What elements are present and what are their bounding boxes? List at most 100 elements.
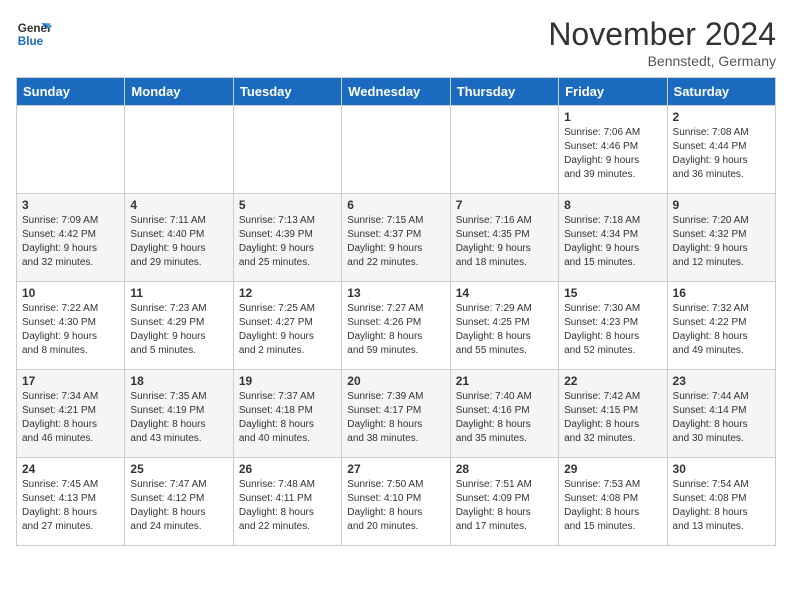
day-info: Sunrise: 7:22 AM Sunset: 4:30 PM Dayligh… — [22, 302, 119, 358]
logo: General Blue — [16, 16, 52, 52]
calendar-cell — [17, 106, 125, 194]
day-info: Sunrise: 7:53 AM Sunset: 4:08 PM Dayligh… — [564, 478, 661, 534]
calendar-cell: 17 Sunrise: 7:34 AM Sunset: 4:21 PM Dayli… — [17, 370, 125, 458]
calendar-cell: 9 Sunrise: 7:20 AM Sunset: 4:32 PM Daylig… — [667, 194, 775, 282]
day-number: 8 — [564, 198, 661, 212]
day-info: Sunrise: 7:39 AM Sunset: 4:17 PM Dayligh… — [347, 390, 444, 446]
column-header-wednesday: Wednesday — [342, 78, 450, 106]
day-number: 13 — [347, 286, 444, 300]
day-info: Sunrise: 7:20 AM Sunset: 4:32 PM Dayligh… — [673, 214, 770, 270]
calendar-cell: 20 Sunrise: 7:39 AM Sunset: 4:17 PM Dayli… — [342, 370, 450, 458]
day-info: Sunrise: 7:25 AM Sunset: 4:27 PM Dayligh… — [239, 302, 336, 358]
column-header-friday: Friday — [559, 78, 667, 106]
day-info: Sunrise: 7:32 AM Sunset: 4:22 PM Dayligh… — [673, 302, 770, 358]
calendar-cell: 25Sunrise: 7:47 AM Sunset: 4:12 PM Dayli… — [125, 458, 233, 546]
calendar-cell: 18 Sunrise: 7:35 AM Sunset: 4:19 PM Dayli… — [125, 370, 233, 458]
calendar-cell: 24Sunrise: 7:45 AM Sunset: 4:13 PM Dayli… — [17, 458, 125, 546]
calendar-week-3: 10 Sunrise: 7:22 AM Sunset: 4:30 PM Dayli… — [17, 282, 776, 370]
day-info: Sunrise: 7:13 AM Sunset: 4:39 PM Dayligh… — [239, 214, 336, 270]
calendar-cell: 27 Sunrise: 7:50 AM Sunset: 4:10 PM Dayli… — [342, 458, 450, 546]
day-info: Sunrise: 7:45 AM Sunset: 4:13 PM Dayligh… — [22, 478, 119, 534]
day-number: 14 — [456, 286, 553, 300]
day-info: Sunrise: 7:27 AM Sunset: 4:26 PM Dayligh… — [347, 302, 444, 358]
logo-icon: General Blue — [16, 16, 52, 52]
day-info: Sunrise: 7:42 AM Sunset: 4:15 PM Dayligh… — [564, 390, 661, 446]
day-info: Sunrise: 7:30 AM Sunset: 4:23 PM Dayligh… — [564, 302, 661, 358]
column-header-saturday: Saturday — [667, 78, 775, 106]
calendar-cell: 8 Sunrise: 7:18 AM Sunset: 4:34 PM Daylig… — [559, 194, 667, 282]
day-number: 25 — [130, 462, 227, 476]
day-info: Sunrise: 7:44 AM Sunset: 4:14 PM Dayligh… — [673, 390, 770, 446]
day-number: 18 — [130, 374, 227, 388]
column-header-monday: Monday — [125, 78, 233, 106]
day-number: 5 — [239, 198, 336, 212]
calendar-cell: 4 Sunrise: 7:11 AM Sunset: 4:40 PM Daylig… — [125, 194, 233, 282]
column-header-sunday: Sunday — [17, 78, 125, 106]
day-info: Sunrise: 7:16 AM Sunset: 4:35 PM Dayligh… — [456, 214, 553, 270]
calendar-cell: 28 Sunrise: 7:51 AM Sunset: 4:09 PM Dayli… — [450, 458, 558, 546]
day-info: Sunrise: 7:51 AM Sunset: 4:09 PM Dayligh… — [456, 478, 553, 534]
calendar-cell: 30Sunrise: 7:54 AM Sunset: 4:08 PM Dayli… — [667, 458, 775, 546]
calendar-cell: 11 Sunrise: 7:23 AM Sunset: 4:29 PM Dayli… — [125, 282, 233, 370]
day-number: 23 — [673, 374, 770, 388]
calendar-week-5: 24Sunrise: 7:45 AM Sunset: 4:13 PM Dayli… — [17, 458, 776, 546]
calendar-cell: 26 Sunrise: 7:48 AM Sunset: 4:11 PM Dayli… — [233, 458, 341, 546]
column-header-tuesday: Tuesday — [233, 78, 341, 106]
day-number: 9 — [673, 198, 770, 212]
calendar-cell: 16Sunrise: 7:32 AM Sunset: 4:22 PM Dayli… — [667, 282, 775, 370]
day-info: Sunrise: 7:06 AM Sunset: 4:46 PM Dayligh… — [564, 126, 661, 182]
day-info: Sunrise: 7:35 AM Sunset: 4:19 PM Dayligh… — [130, 390, 227, 446]
day-number: 10 — [22, 286, 119, 300]
calendar-table: SundayMondayTuesdayWednesdayThursdayFrid… — [16, 77, 776, 546]
calendar-cell — [125, 106, 233, 194]
day-number: 4 — [130, 198, 227, 212]
column-header-thursday: Thursday — [450, 78, 558, 106]
day-number: 22 — [564, 374, 661, 388]
calendar-cell: 7 Sunrise: 7:16 AM Sunset: 4:35 PM Daylig… — [450, 194, 558, 282]
day-number: 26 — [239, 462, 336, 476]
day-info: Sunrise: 7:29 AM Sunset: 4:25 PM Dayligh… — [456, 302, 553, 358]
day-number: 21 — [456, 374, 553, 388]
day-number: 20 — [347, 374, 444, 388]
calendar-cell: 22 Sunrise: 7:42 AM Sunset: 4:15 PM Dayli… — [559, 370, 667, 458]
calendar-cell — [233, 106, 341, 194]
calendar-cell: 12Sunrise: 7:25 AM Sunset: 4:27 PM Dayli… — [233, 282, 341, 370]
calendar-header-row: SundayMondayTuesdayWednesdayThursdayFrid… — [17, 78, 776, 106]
day-number: 28 — [456, 462, 553, 476]
day-info: Sunrise: 7:48 AM Sunset: 4:11 PM Dayligh… — [239, 478, 336, 534]
day-info: Sunrise: 7:11 AM Sunset: 4:40 PM Dayligh… — [130, 214, 227, 270]
calendar-week-1: 1Sunrise: 7:06 AM Sunset: 4:46 PM Daylig… — [17, 106, 776, 194]
calendar-cell: 13 Sunrise: 7:27 AM Sunset: 4:26 PM Dayli… — [342, 282, 450, 370]
day-info: Sunrise: 7:23 AM Sunset: 4:29 PM Dayligh… — [130, 302, 227, 358]
day-number: 27 — [347, 462, 444, 476]
day-info: Sunrise: 7:18 AM Sunset: 4:34 PM Dayligh… — [564, 214, 661, 270]
location: Bennstedt, Germany — [548, 53, 776, 69]
day-number: 19 — [239, 374, 336, 388]
day-number: 3 — [22, 198, 119, 212]
day-info: Sunrise: 7:15 AM Sunset: 4:37 PM Dayligh… — [347, 214, 444, 270]
day-number: 2 — [673, 110, 770, 124]
day-info: Sunrise: 7:40 AM Sunset: 4:16 PM Dayligh… — [456, 390, 553, 446]
calendar-cell: 2 Sunrise: 7:08 AM Sunset: 4:44 PM Daylig… — [667, 106, 775, 194]
day-number: 6 — [347, 198, 444, 212]
calendar-cell: 21 Sunrise: 7:40 AM Sunset: 4:16 PM Dayli… — [450, 370, 558, 458]
day-number: 11 — [130, 286, 227, 300]
calendar-cell: 29Sunrise: 7:53 AM Sunset: 4:08 PM Dayli… — [559, 458, 667, 546]
calendar-cell: 19 Sunrise: 7:37 AM Sunset: 4:18 PM Dayli… — [233, 370, 341, 458]
day-info: Sunrise: 7:37 AM Sunset: 4:18 PM Dayligh… — [239, 390, 336, 446]
calendar-cell: 23 Sunrise: 7:44 AM Sunset: 4:14 PM Dayli… — [667, 370, 775, 458]
day-info: Sunrise: 7:34 AM Sunset: 4:21 PM Dayligh… — [22, 390, 119, 446]
day-info: Sunrise: 7:08 AM Sunset: 4:44 PM Dayligh… — [673, 126, 770, 182]
calendar-cell — [342, 106, 450, 194]
calendar-cell: 14 Sunrise: 7:29 AM Sunset: 4:25 PM Dayli… — [450, 282, 558, 370]
day-number: 30 — [673, 462, 770, 476]
month-title: November 2024 — [548, 16, 776, 53]
day-number: 17 — [22, 374, 119, 388]
day-info: Sunrise: 7:50 AM Sunset: 4:10 PM Dayligh… — [347, 478, 444, 534]
calendar-cell: 5 Sunrise: 7:13 AM Sunset: 4:39 PM Daylig… — [233, 194, 341, 282]
day-number: 15 — [564, 286, 661, 300]
title-block: November 2024 Bennstedt, Germany — [548, 16, 776, 69]
day-number: 7 — [456, 198, 553, 212]
calendar-week-4: 17 Sunrise: 7:34 AM Sunset: 4:21 PM Dayli… — [17, 370, 776, 458]
calendar-cell: 15 Sunrise: 7:30 AM Sunset: 4:23 PM Dayli… — [559, 282, 667, 370]
